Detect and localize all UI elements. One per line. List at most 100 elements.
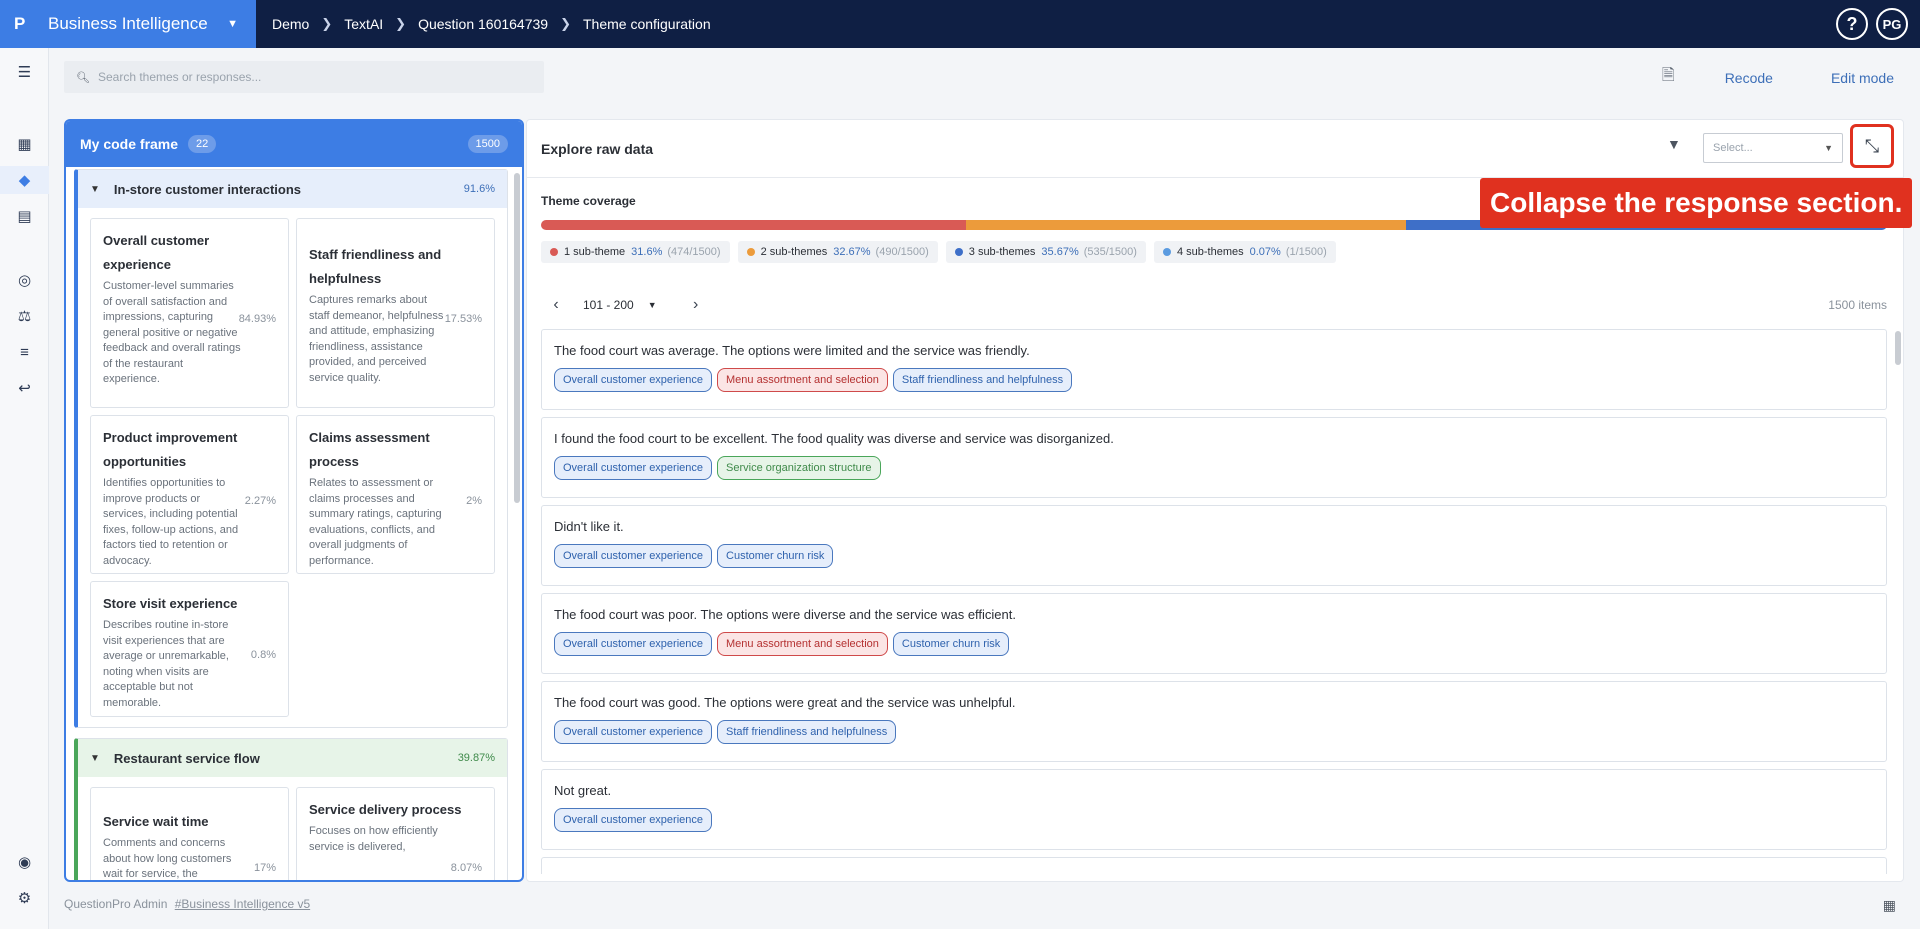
theme-group-pct: 91.6% bbox=[463, 183, 495, 195]
sub-theme-cards: Service wait time Comments and concerns … bbox=[78, 777, 507, 880]
dashboard-icon[interactable]: ▦ bbox=[0, 130, 49, 158]
theme-tag[interactable]: Staff friendliness and helpfulness bbox=[892, 368, 1073, 392]
sub-theme-card[interactable]: Product improvement opportunities Identi… bbox=[90, 415, 289, 574]
app-switcher[interactable]: P Business Intelligence ▼ bbox=[0, 0, 256, 48]
chevron-left-icon[interactable]: ‹ bbox=[541, 296, 571, 314]
theme-tag[interactable]: Overall customer experience bbox=[554, 808, 713, 832]
diamond-icon[interactable]: ◆ bbox=[0, 166, 49, 194]
collapse-icon[interactable]: ⤡ bbox=[1850, 124, 1894, 168]
sub-theme-title: Overall customer experience bbox=[103, 233, 210, 272]
theme-tag[interactable]: Menu assortment and selection bbox=[717, 368, 888, 392]
code-frame-body: ▼ In-store customer interactions 91.6% O… bbox=[74, 169, 508, 880]
response-item[interactable] bbox=[541, 857, 1887, 874]
app-logo: P bbox=[14, 14, 26, 33]
sub-theme-card[interactable]: Service wait time Comments and concerns … bbox=[90, 787, 289, 880]
coverage-legend-item: 4 sub-themes 0.07% (1/1500) bbox=[1153, 241, 1336, 263]
theme-tag[interactable]: Customer churn risk bbox=[717, 544, 834, 568]
sub-theme-pct: 0.8% bbox=[250, 649, 276, 661]
sub-theme-title: Claims assessment process bbox=[309, 430, 430, 469]
breadcrumb-textai[interactable]: TextAI bbox=[344, 16, 383, 32]
chevron-right-icon: ❯ bbox=[395, 16, 407, 31]
code-frame-title: My code frame bbox=[80, 136, 179, 152]
response-item[interactable]: The food court was good. The options wer… bbox=[541, 681, 1887, 762]
target-icon[interactable]: ◎ bbox=[0, 266, 49, 294]
response-tags: Overall customer experience Service organ… bbox=[554, 456, 1874, 480]
reply-icon[interactable]: ↩ bbox=[0, 374, 49, 402]
sub-theme-card[interactable]: Service delivery process Focuses on how … bbox=[296, 787, 495, 880]
instruction-tooltip: Collapse the response section. bbox=[1480, 178, 1913, 228]
code-frame-scrollbar[interactable] bbox=[514, 173, 520, 503]
response-text: Not great. bbox=[554, 783, 612, 798]
theme-tag[interactable]: Overall customer experience bbox=[554, 456, 713, 480]
breadcrumb: Demo ❯ TextAI ❯ Question 160164739 ❯ The… bbox=[272, 16, 711, 32]
report-icon[interactable]: ▤ bbox=[0, 202, 49, 230]
chevron-right-icon: ❯ bbox=[321, 16, 333, 31]
sub-theme-card[interactable]: Store visit experience Describes routine… bbox=[90, 581, 289, 717]
pdf-icon[interactable]: 🗎︎ bbox=[1662, 64, 1675, 91]
sub-theme-card[interactable]: Overall customer experience Customer-lev… bbox=[90, 218, 289, 408]
coverage-legend-item: 1 sub-theme 31.6% (474/1500) bbox=[541, 241, 730, 263]
theme-tag[interactable]: Overall customer experience bbox=[554, 632, 713, 656]
sub-theme-desc: Focuses on how efficiently service is de… bbox=[309, 825, 438, 853]
legend-count: (1/1500) bbox=[1285, 246, 1327, 258]
page-range[interactable]: 101 - 200 bbox=[583, 298, 634, 312]
gear-icon[interactable]: ⚙ bbox=[0, 884, 49, 912]
theme-tag[interactable]: Overall customer experience bbox=[554, 720, 713, 744]
legend-dot-icon bbox=[954, 248, 963, 256]
theme-select[interactable]: Select... ▼ bbox=[1703, 133, 1843, 163]
chevron-down-icon[interactable]: ▼ bbox=[90, 184, 100, 195]
sub-theme-card[interactable]: Staff friendliness and helpfulness Captu… bbox=[296, 218, 495, 408]
chevron-down-icon[interactable]: ▼ bbox=[90, 753, 100, 764]
sub-theme-pct: 2% bbox=[466, 494, 482, 507]
theme-count-badge: 22 bbox=[188, 135, 217, 153]
chevron-right-icon[interactable]: › bbox=[681, 296, 711, 314]
breadcrumb-question[interactable]: Question 160164739 bbox=[418, 16, 548, 32]
theme-tag[interactable]: Overall customer experience bbox=[554, 544, 713, 568]
response-scrollbar[interactable] bbox=[1895, 331, 1901, 365]
user-avatar[interactable]: PG bbox=[1876, 8, 1908, 40]
theme-tag[interactable]: Staff friendliness and helpfulness bbox=[717, 720, 897, 744]
response-item[interactable]: The food court was poor. The options wer… bbox=[541, 593, 1887, 674]
theme-tag[interactable]: Overall customer experience bbox=[554, 368, 713, 392]
chevron-down-icon[interactable]: ▼ bbox=[648, 300, 657, 310]
search-input[interactable]: 🔍︎ Search themes or responses... bbox=[64, 61, 544, 93]
response-text: The food court was poor. The options wer… bbox=[554, 607, 1016, 622]
breadcrumb-demo[interactable]: Demo bbox=[272, 16, 309, 32]
pagination: ‹ 101 - 200 ▼ › bbox=[541, 296, 711, 314]
sub-theme-desc: Describes routine in-store visit experie… bbox=[103, 619, 229, 709]
left-nav: ☰ ▦ ◆ ▤ ◎ ⚖ ≡ ↩ ◉ ⚙ bbox=[0, 48, 49, 929]
theme-group-pct: 39.87% bbox=[457, 752, 495, 764]
user-shield-icon[interactable]: ◉ bbox=[0, 848, 49, 876]
legend-label: 1 sub-theme bbox=[564, 246, 626, 258]
help-button[interactable]: ? bbox=[1836, 8, 1868, 40]
theme-tag[interactable]: Customer churn risk bbox=[892, 632, 1010, 656]
items-count: 1500 items bbox=[1828, 298, 1887, 312]
recode-button[interactable]: Recode bbox=[1725, 70, 1773, 86]
legend-count: (490/1500) bbox=[875, 246, 929, 258]
edit-mode-button[interactable]: Edit mode bbox=[1831, 70, 1894, 86]
header-actions: 🗎︎ Recode Edit mode bbox=[1662, 64, 1894, 91]
sub-theme-card[interactable]: Claims assessment process Relates to ass… bbox=[296, 415, 495, 574]
theme-tag[interactable]: Service organization structure bbox=[717, 456, 881, 480]
list-icon[interactable]: ≡ bbox=[0, 338, 49, 366]
response-item[interactable]: I found the food court to be excellent. … bbox=[541, 417, 1887, 498]
response-item[interactable]: Not great. Overall customer experience bbox=[541, 769, 1887, 850]
theme-tag[interactable]: Menu assortment and selection bbox=[717, 632, 888, 656]
app-name: Business Intelligence bbox=[48, 14, 208, 33]
total-count-badge: 1500 bbox=[467, 135, 508, 153]
breadcrumb-current: Theme configuration bbox=[582, 16, 711, 32]
response-text: The food court was average. The options … bbox=[554, 343, 1030, 358]
top-right-actions: ? PG bbox=[1828, 8, 1908, 40]
response-text: I found the food court to be excellent. … bbox=[554, 431, 1114, 446]
theme-group-header[interactable]: ▼ In-store customer interactions 91.6% bbox=[78, 170, 507, 208]
calculator-icon[interactable]: ▦ bbox=[1883, 897, 1896, 914]
menu-icon[interactable]: ☰ bbox=[0, 58, 49, 86]
response-text: The food court was good. The options wer… bbox=[554, 695, 1016, 710]
footer-link[interactable]: #Business Intelligence v5 bbox=[175, 897, 310, 911]
filter-icon[interactable]: ▼ bbox=[1667, 136, 1681, 152]
response-item[interactable]: Didn't like it. Overall customer experien… bbox=[541, 505, 1887, 586]
chevron-right-icon: ❯ bbox=[560, 16, 571, 31]
scale-icon[interactable]: ⚖ bbox=[0, 302, 49, 330]
theme-group-header[interactable]: ▼ Restaurant service flow 39.87% bbox=[78, 739, 507, 777]
response-item[interactable]: The food court was average. The options … bbox=[541, 329, 1887, 410]
